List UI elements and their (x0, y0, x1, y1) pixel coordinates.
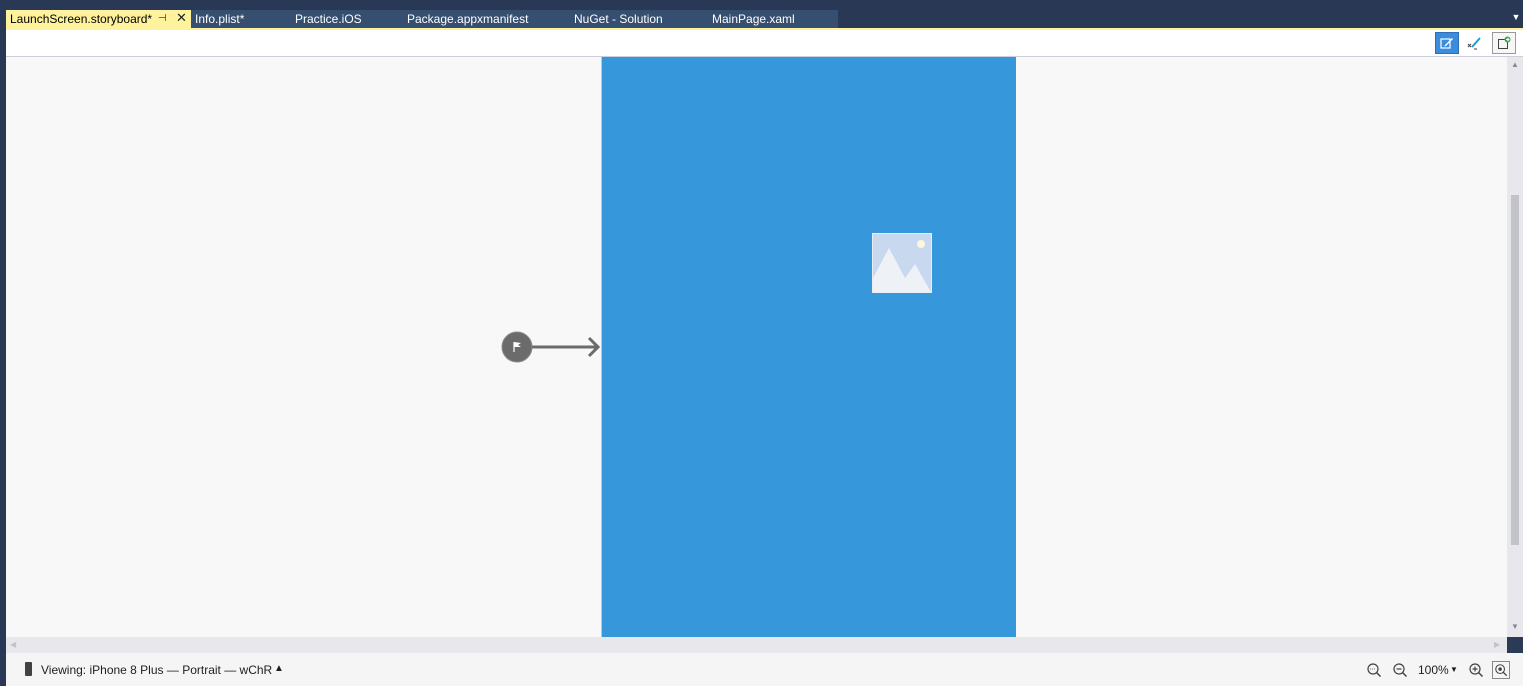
pin-icon[interactable]: ⊣ (158, 10, 167, 28)
initial-view-controller-arrow-icon (501, 331, 601, 363)
scroll-left-icon[interactable]: ◀ (10, 640, 16, 650)
tab-launchscreen-storyboard[interactable]: LaunchScreen.storyboard* ⊣ ✕ (6, 10, 191, 28)
tab-label: NuGet - Solution (574, 12, 663, 26)
tab-practice-ios[interactable]: Practice.iOS (291, 10, 403, 28)
zoom-to-fit-button[interactable] (1365, 661, 1383, 679)
document-tab-strip: LaunchScreen.storyboard* ⊣ ✕ Info.plist*… (0, 0, 1523, 29)
zoom-actual-size-icon (1495, 664, 1508, 677)
tab-label: Info.plist* (195, 12, 245, 26)
storyboard-canvas[interactable] (6, 57, 1507, 637)
export-button[interactable] (1492, 32, 1516, 54)
tab-mainpage-xaml[interactable]: MainPage.xaml (708, 10, 838, 28)
tab-nuget-solution[interactable]: NuGet - Solution (570, 10, 708, 28)
actual-size-button[interactable] (1492, 661, 1510, 679)
tab-label: LaunchScreen.storyboard* (10, 12, 153, 26)
tab-package-appxmanifest[interactable]: Package.appxmanifest (403, 10, 570, 28)
zoom-in-icon (1469, 663, 1484, 678)
constraints-icon (1467, 37, 1481, 50)
scroll-right-icon[interactable]: ▶ (1494, 640, 1500, 650)
export-icon (1498, 36, 1511, 49)
zoom-out-icon (1393, 663, 1408, 678)
constraints-button[interactable] (1462, 32, 1486, 54)
expand-device-bar-icon[interactable]: ▲ (274, 663, 284, 674)
scroll-down-icon[interactable]: ▼ (1511, 623, 1519, 631)
scroll-up-icon[interactable]: ▲ (1511, 61, 1519, 69)
viewing-device-label[interactable]: Viewing: iPhone 8 Plus — Portrait — wChR (41, 663, 272, 677)
zoom-level[interactable]: 100% (1418, 663, 1449, 677)
storyboard-editor-window: LaunchScreen.storyboard* ⊣ ✕ Info.plist*… (0, 0, 1523, 686)
edit-mode-icon (1440, 38, 1453, 49)
designer-status-bar: Viewing: iPhone 8 Plus — Portrait — wChR… (6, 653, 1523, 686)
zoom-out-button[interactable] (1391, 661, 1409, 679)
launch-screen-scene[interactable] (601, 57, 1016, 637)
device-icon (25, 662, 32, 676)
designer-toolbar (6, 30, 1523, 57)
zoom-in-button[interactable] (1467, 661, 1485, 679)
vertical-scrollbar[interactable]: ▲ ▼ (1507, 57, 1523, 637)
tab-label: Package.appxmanifest (407, 12, 529, 26)
zoom-fit-icon (1367, 663, 1382, 678)
image-view[interactable] (872, 233, 932, 293)
tab-overflow-chevron-down-icon[interactable]: ▼ (1511, 12, 1521, 22)
edit-mode-button[interactable] (1435, 32, 1459, 54)
tab-label: Practice.iOS (295, 12, 362, 26)
zoom-dropdown-chevron-down-icon[interactable]: ▼ (1450, 665, 1458, 674)
initial-view-controller-arrow[interactable] (501, 331, 601, 363)
close-icon[interactable]: ✕ (176, 9, 187, 27)
image-placeholder-icon (873, 234, 931, 292)
tab-label: MainPage.xaml (712, 12, 795, 26)
tab-info-plist[interactable]: Info.plist* (191, 10, 291, 28)
horizontal-scrollbar[interactable]: ◀ ▶ (6, 637, 1507, 653)
vertical-scroll-thumb[interactable] (1511, 195, 1519, 545)
